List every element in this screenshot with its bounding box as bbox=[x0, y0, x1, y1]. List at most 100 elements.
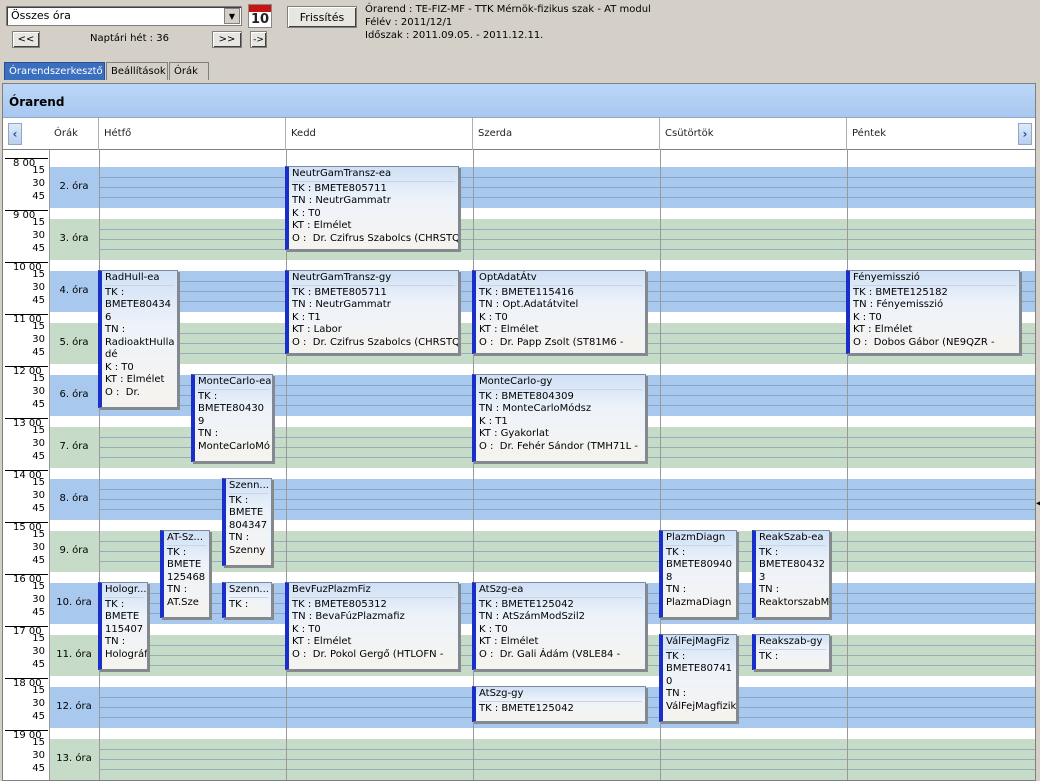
header-tuesday: Kedd bbox=[286, 118, 473, 150]
event-detail: BMETE80432 bbox=[759, 559, 826, 570]
calendar-icon[interactable]: 10 bbox=[248, 4, 272, 28]
schedule-name: Órarend : TE-FIZ-MF - TTK Mérnök-fizikus… bbox=[365, 4, 651, 15]
column-divider bbox=[99, 150, 100, 780]
quarter-label: 30 bbox=[32, 542, 45, 553]
event-detail: O : Dr. Papp Zsolt (ST81M6 - bbox=[479, 336, 624, 348]
course-event[interactable]: NeutrGamTransz-ea TK : BMETE805711 TN : Ne… bbox=[285, 166, 459, 250]
event-detail: O : Dr. Pokol Gergő (HTLOFN - bbox=[292, 648, 444, 660]
refresh-button[interactable]: Frissítés bbox=[287, 6, 357, 28]
event-detail: TN : bbox=[666, 688, 687, 699]
timetable-grid: Órarend ‹ Órák Hétfő Kedd Szerda Csütört… bbox=[2, 83, 1036, 781]
quarter-label: 30 bbox=[32, 698, 45, 709]
event-detail: O : Dr. Fehér Sándor (TMH71L - bbox=[479, 440, 638, 452]
quarter-line bbox=[99, 749, 1035, 750]
course-event[interactable]: ReakSzab-ea TK : BMETE80432 3 TN : Reaktorsza… bbox=[752, 530, 830, 618]
quarter-label: 45 bbox=[32, 347, 45, 358]
hour-label: 12 00 bbox=[5, 366, 48, 377]
event-detail: TK : BMETE805711 bbox=[292, 286, 387, 298]
course-event[interactable]: Szenn... TK : BMETE 804347 TN : Szenny bbox=[222, 478, 272, 566]
course-event[interactable]: RadHull-ea TK : BMETE80434 6 TN : RadioaktHul… bbox=[98, 270, 178, 408]
quarter-label: 15 bbox=[32, 165, 45, 176]
quarter-label: 30 bbox=[32, 750, 45, 761]
course-event[interactable]: VálFejMagFiz TK : BMETE80741 0 TN : VálFejMag… bbox=[659, 634, 737, 722]
course-event[interactable]: NeutrGamTransz-gy TK : BMETE805711 TN : Ne… bbox=[285, 270, 459, 354]
course-event[interactable]: MonteCarlo-ea TK : BMETE80430 9 TN : MonteCar… bbox=[191, 374, 273, 462]
event-detail: TN : bbox=[666, 584, 687, 595]
event-detail: TK : BMETE805711 bbox=[292, 182, 387, 194]
event-detail: K : T0 bbox=[292, 623, 321, 635]
hour-label: 17 00 bbox=[5, 626, 48, 637]
hour-label: 16 00 bbox=[5, 574, 48, 585]
quarter-line bbox=[99, 239, 1035, 240]
jump-button[interactable]: -> bbox=[250, 31, 267, 48]
hour-label: 10 00 bbox=[5, 262, 48, 273]
event-title: AT-Sz... bbox=[167, 532, 206, 546]
event-detail: 125468 bbox=[167, 571, 206, 583]
course-event[interactable]: BevFuzPlazmFiz TK : BMETE805312 TN : BevaF… bbox=[285, 582, 459, 670]
event-detail: K : T1 bbox=[292, 311, 321, 323]
event-detail: 804347 bbox=[229, 519, 268, 531]
semester-label: Félév : 2011/12/1 bbox=[365, 17, 453, 28]
event-detail: TK : bbox=[167, 546, 187, 558]
event-detail: TN : BevaFúzPlazmafiz bbox=[292, 611, 405, 622]
quarter-label: 15 bbox=[32, 633, 45, 644]
course-event[interactable]: OptAdatÁtv TK : BMETE115416 TN : Opt.Adatá… bbox=[472, 270, 646, 354]
period-label: 13. óra bbox=[56, 753, 92, 764]
event-detail: TN : Fényemisszió bbox=[853, 299, 944, 310]
hour-label: 18 00 bbox=[5, 678, 48, 689]
event-detail: TK : bbox=[229, 494, 249, 506]
course-event[interactable]: Hologr... TK : BMETE 115407 TN : Holográf bbox=[98, 582, 148, 670]
event-detail: dé bbox=[105, 349, 118, 360]
period-label: 7. óra bbox=[59, 441, 89, 452]
quarter-line bbox=[99, 229, 1035, 230]
tab-hours[interactable]: Órák bbox=[169, 62, 209, 80]
course-event[interactable]: AtSzg-gy TK : BMETE125042 bbox=[472, 686, 646, 722]
event-detail: TK : BMETE125182 bbox=[853, 286, 948, 298]
period-label: 5. óra bbox=[59, 337, 89, 348]
event-detail: O : Dr. Gali Ádám (V8LE84 - bbox=[479, 648, 621, 660]
event-detail: TN : AtSzámModSzil2 bbox=[479, 611, 585, 622]
period-label: 3. óra bbox=[59, 233, 89, 244]
scroll-right-icon[interactable]: › bbox=[1018, 123, 1032, 145]
course-event[interactable]: Reakszab-gy TK : bbox=[752, 634, 830, 670]
course-event[interactable]: AtSzg-ea TK : BMETE125042 TN : AtSzámModSz… bbox=[472, 582, 646, 670]
tab-editor[interactable]: Órarendszerkesztő bbox=[4, 62, 105, 80]
next-week-button[interactable]: >> bbox=[212, 31, 242, 48]
quarter-label: 45 bbox=[32, 243, 45, 254]
event-detail: KT : Elmélet bbox=[292, 220, 352, 231]
quarter-label: 15 bbox=[32, 477, 45, 488]
event-detail: BMETE80940 bbox=[666, 559, 733, 570]
quarter-label: 45 bbox=[32, 191, 45, 202]
course-event[interactable]: Szenn... TK : bbox=[222, 582, 272, 618]
scroll-left-icon[interactable]: ‹ bbox=[8, 123, 22, 145]
quarter-line bbox=[99, 249, 1035, 250]
event-detail: TK : bbox=[666, 650, 686, 662]
event-detail: KT : Gyakorlat bbox=[479, 428, 549, 439]
course-event[interactable]: MonteCarlo-gy TK : BMETE804309 TN : MonteC… bbox=[472, 374, 646, 462]
event-detail: TK : bbox=[759, 650, 779, 662]
tab-settings[interactable]: Beállítások bbox=[106, 62, 168, 80]
quarter-label: 45 bbox=[32, 659, 45, 670]
quarter-label: 45 bbox=[32, 555, 45, 566]
event-detail: TN : bbox=[759, 584, 780, 595]
event-detail: KT : Elmélet bbox=[479, 324, 539, 335]
hour-label: 9 00 bbox=[5, 210, 48, 221]
hour-filter-select[interactable]: Összes óra ▼ bbox=[6, 6, 242, 26]
course-event[interactable]: AT-Sz... TK : BMETE 125468 TN : AT.Sze bbox=[160, 530, 210, 618]
event-detail: TK : BMETE125042 bbox=[479, 702, 574, 714]
event-detail: 115407 bbox=[105, 623, 144, 635]
chevron-down-icon[interactable]: ▼ bbox=[224, 8, 240, 24]
event-detail: O : Dobos Gábor (NE9QZR - bbox=[853, 336, 995, 348]
course-event[interactable]: Fényemisszió TK : BMETE125182 TN : Fényemi… bbox=[846, 270, 1020, 354]
event-detail: Szenny bbox=[229, 544, 266, 556]
event-detail: K : T1 bbox=[479, 415, 508, 427]
quarter-line bbox=[99, 187, 1035, 188]
event-title: PlazmDiagn bbox=[666, 532, 733, 546]
event-detail: KT : Elmélet bbox=[292, 636, 352, 647]
event-detail: TK : bbox=[105, 598, 125, 610]
prev-week-button[interactable]: << bbox=[12, 31, 40, 48]
splitter-arrow-icon[interactable]: ◂ bbox=[1036, 498, 1040, 509]
event-detail: TN : NeutrGammatr bbox=[292, 195, 391, 206]
course-event[interactable]: PlazmDiagn TK : BMETE80940 8 TN : PlazmaDiagn bbox=[659, 530, 737, 618]
period-label: 4. óra bbox=[59, 285, 89, 296]
